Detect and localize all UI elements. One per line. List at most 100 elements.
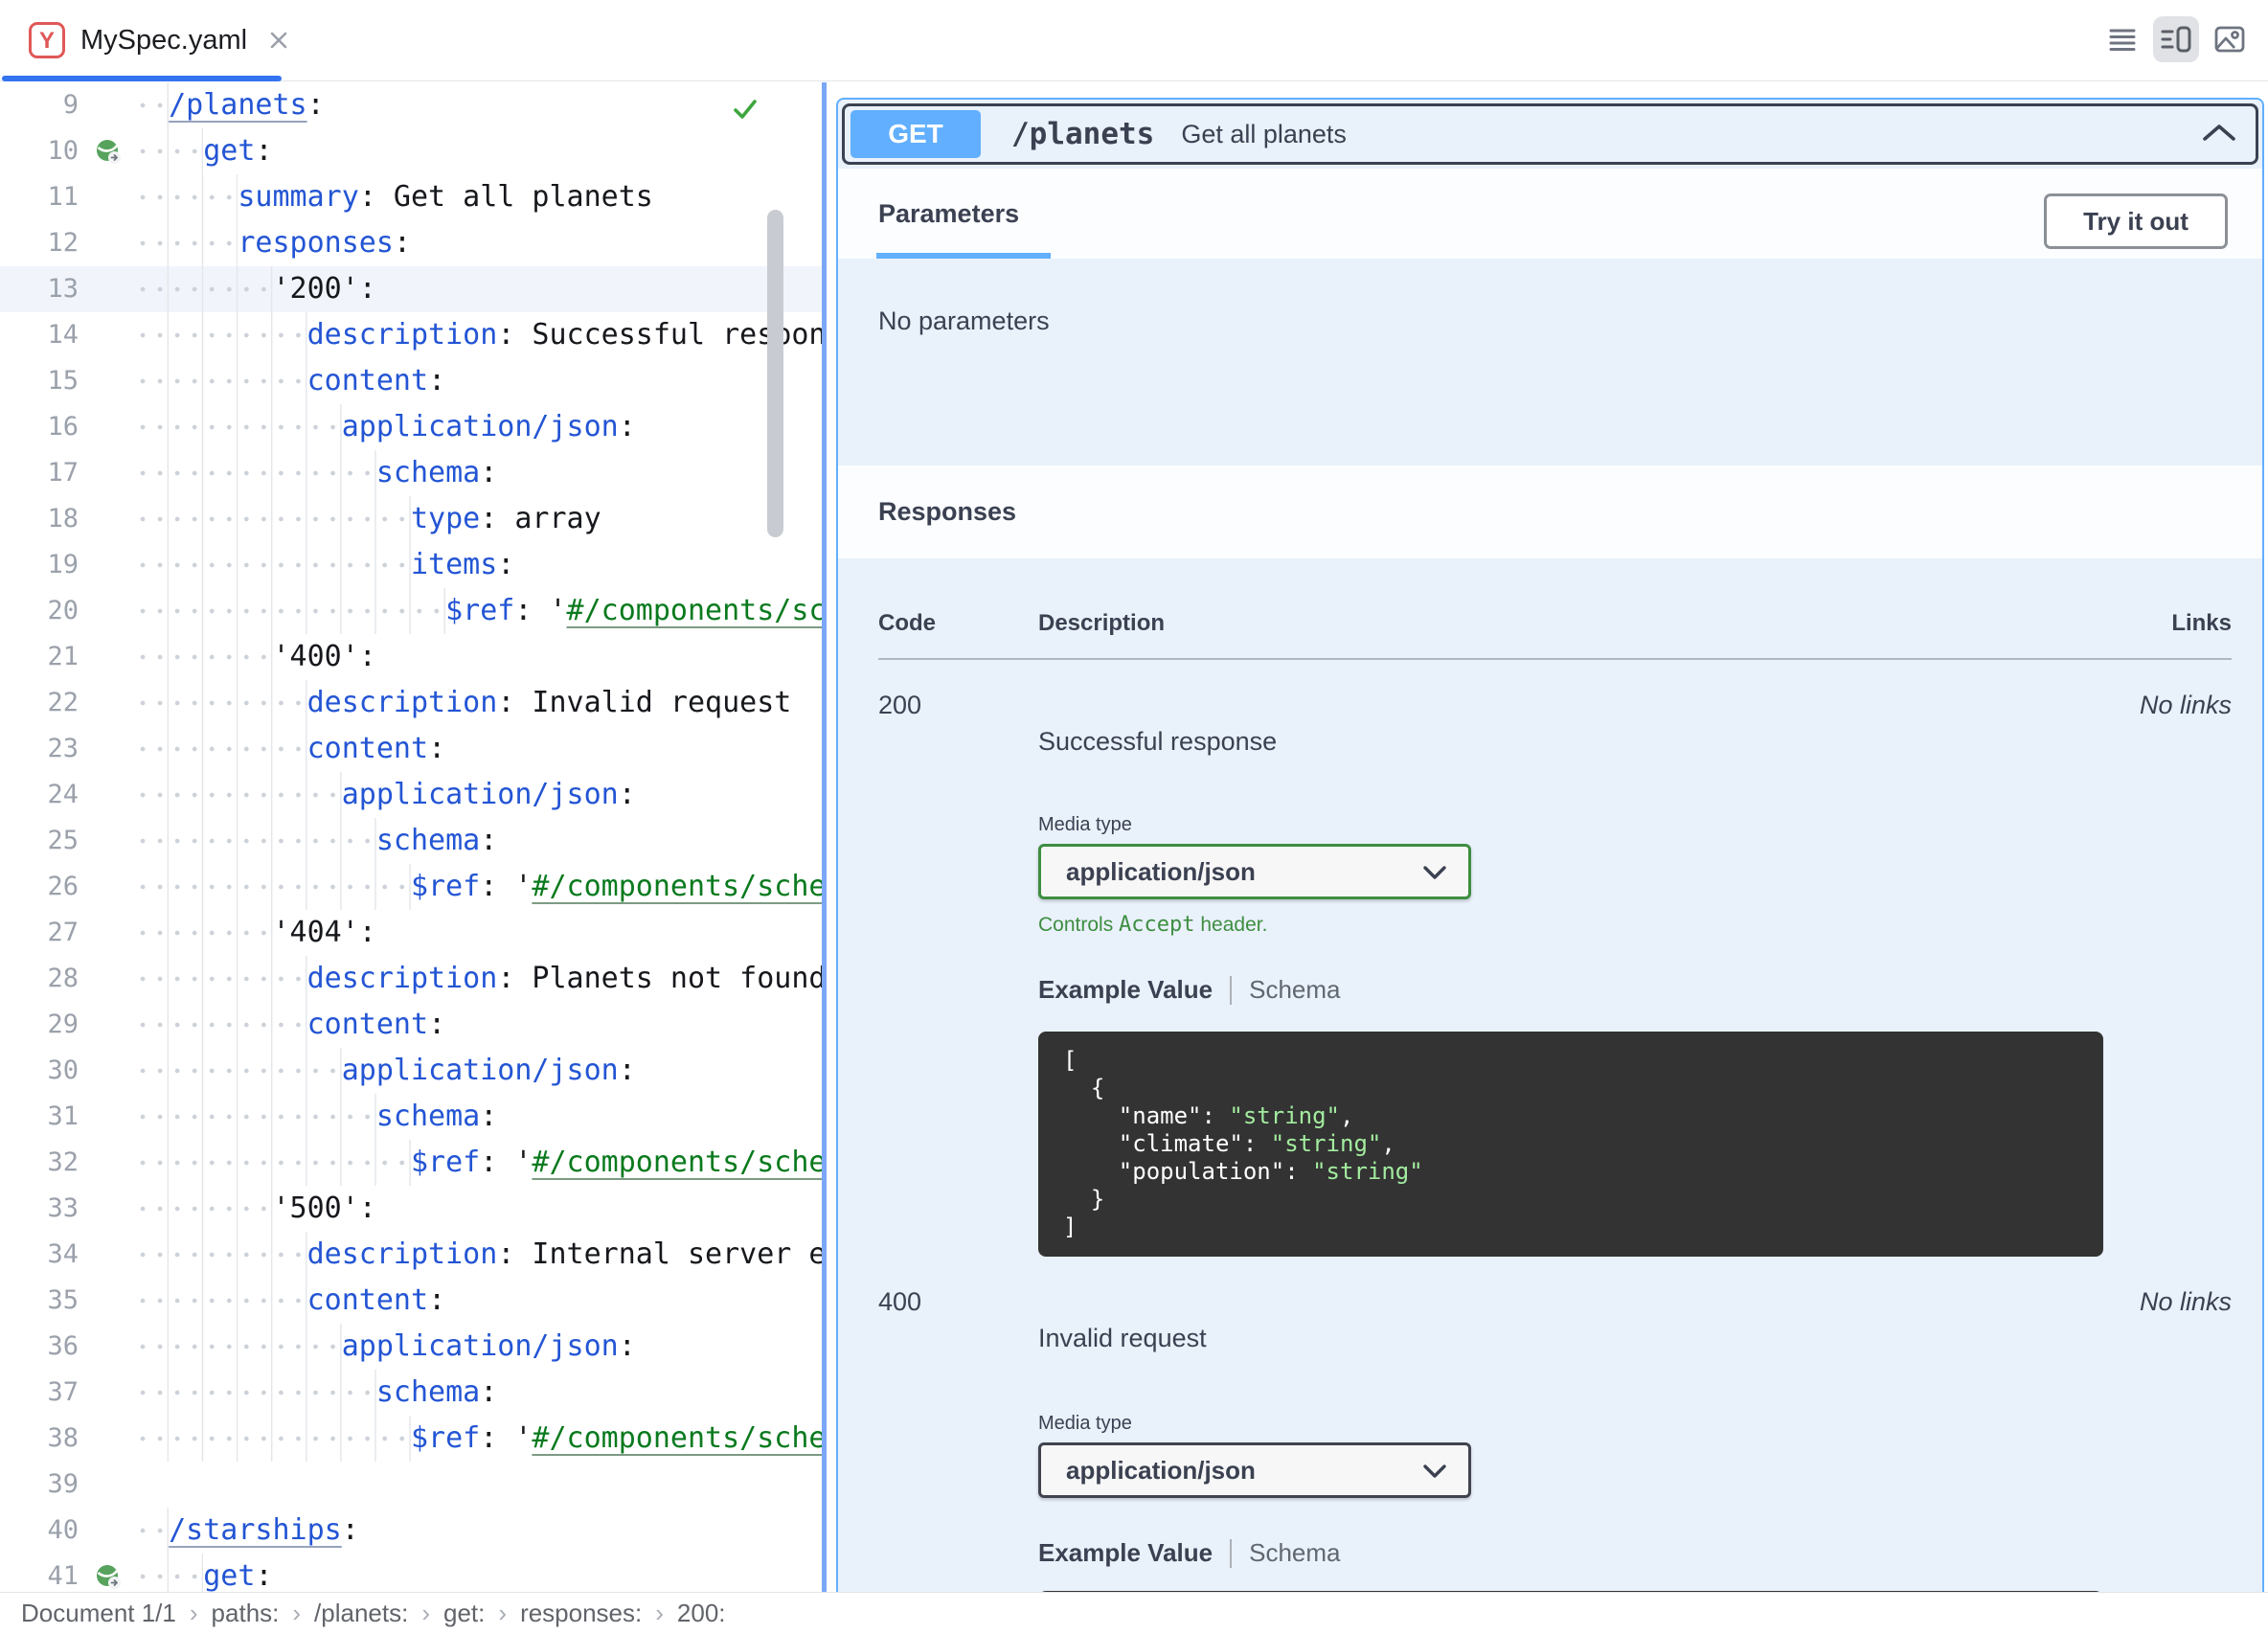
editor-line[interactable]: 10 get: [0,128,822,174]
accept-header-note: Controls Accept header. [1038,913,2107,937]
editor-line[interactable]: 15 content: [0,358,822,404]
editor-line[interactable]: 39 [0,1462,822,1508]
code-text: '200': [134,266,822,312]
editor-line[interactable]: 36 application/json: [0,1324,822,1370]
collapse-chevron-icon[interactable] [2202,123,2236,147]
yaml-text: '500': [272,1191,376,1225]
editor-line[interactable]: 24 application/json: [0,772,822,818]
editor-line[interactable]: 18 type: array [0,496,822,542]
yaml-text: : [428,364,446,397]
code-text: description: Internal server error [134,1232,822,1278]
try-it-out-button[interactable]: Try it out [2044,193,2228,249]
breadcrumb-item[interactable]: 200: [677,1599,726,1627]
indent-whitespace [134,174,238,220]
editor-line[interactable]: 29 content: [0,1002,822,1048]
editor-line[interactable]: 37 schema: [0,1370,822,1416]
gutter-slot [82,358,134,404]
yaml-editor[interactable]: 9 /planets: 10 get: 11 summary: Get all pl… [0,82,822,1592]
editor-line[interactable]: 12 responses: [0,220,822,266]
breadcrumb-item[interactable]: Document 1/1 [21,1599,176,1627]
indent-whitespace [134,1186,273,1232]
editor-line[interactable]: 14 description: Successful response [0,312,822,358]
editor-line[interactable]: 25 schema: [0,818,822,864]
editor-line[interactable]: 31 schema: [0,1094,822,1140]
breadcrumb-item[interactable]: responses: [520,1599,642,1627]
schema-tab[interactable]: Schema [1249,1538,1340,1568]
editor-line[interactable]: 28 description: Planets not found [0,956,822,1002]
indent-whitespace [134,772,342,818]
example-code-line: [ [1063,1047,2078,1075]
tab-myspec-yaml[interactable]: Y MySpec.yaml [0,0,287,81]
api-endpoint-gutter-icon[interactable] [82,128,134,174]
http-method-badge: GET [850,110,981,158]
ref-link[interactable]: #/components/schema [532,1146,822,1179]
indent-whitespace [134,1232,307,1278]
editor-only-toggle-icon[interactable] [2099,16,2145,62]
breadcrumb-item[interactable]: get: [443,1599,485,1627]
operation-summary[interactable]: GET /planets Get all planets [842,103,2258,165]
editor-line[interactable]: 20 $ref: '#/components/sche [0,588,822,634]
example-code-line: "climate": "string", [1063,1130,2078,1158]
schema-tab[interactable]: Schema [1249,975,1340,1005]
editor-line[interactable]: 32 $ref: '#/components/schema [0,1140,822,1186]
preview-only-toggle-icon[interactable] [2207,16,2253,62]
code-text: summary: Get all planets [134,174,822,220]
yaml-text: : [480,1100,498,1133]
media-type-select[interactable]: application/json [1038,844,1471,899]
indent-whitespace [134,82,170,128]
editor-line[interactable]: 16 application/json: [0,404,822,450]
yaml-key: schema [375,1100,481,1133]
tab-close-icon[interactable] [266,28,291,53]
yaml-text: : ' [480,1421,533,1455]
yaml-text: : [618,1329,636,1363]
example-value-tab[interactable]: Example Value [1038,975,1213,1005]
gutter-slot [82,312,134,358]
editor-line[interactable]: 35 content: [0,1278,822,1324]
operation-block-get-planets: GET /planets Get all planets Parameters … [836,98,2264,1592]
code-text: content: [134,1278,822,1324]
breadcrumb-item[interactable]: /planets: [314,1599,408,1627]
code-text: $ref: '#/components/schema [134,1416,822,1462]
ref-link[interactable]: #/components/schema [532,1421,822,1455]
code-text: schema: [134,450,822,496]
editor-line[interactable]: 22 description: Invalid request [0,680,822,726]
editor-line[interactable]: 41 get: [0,1554,822,1592]
editor-scrollbar[interactable] [767,210,783,537]
editor-line[interactable]: 38 $ref: '#/components/schema [0,1416,822,1462]
editor-line[interactable]: 19 items: [0,542,822,588]
editor-line[interactable]: 13 '200': [0,266,822,312]
example-code-block[interactable]: [ { "name": "string", "climate": "string… [1038,1032,2103,1257]
yaml-text: : [618,778,636,811]
editor-line[interactable]: 9 /planets: [0,82,822,128]
editor-line[interactable]: 30 application/json: [0,1048,822,1094]
code-text: content: [134,358,822,404]
line-number: 40 [47,1515,79,1545]
media-type-select[interactable]: application/json [1038,1442,1471,1498]
gutter-slot [82,910,134,956]
path-key-link[interactable]: /planets [169,88,307,122]
media-type-label: Media type [1038,814,1132,835]
gutter-slot [82,1416,134,1462]
api-endpoint-gutter-icon[interactable] [82,1554,134,1592]
indent-whitespace [134,1140,411,1186]
breadcrumb-item[interactable]: paths: [212,1599,280,1627]
example-value-tab[interactable]: Example Value [1038,1538,1213,1568]
responses-header: Responses [838,465,2262,558]
ref-link[interactable]: #/components/schema [532,870,822,903]
editor-and-preview-toggle-icon[interactable] [2153,16,2199,62]
inspections-ok-icon[interactable] [730,94,760,129]
yaml-key: schema [375,824,481,857]
path-key-link[interactable]: /starships [169,1513,342,1547]
editor-line[interactable]: 17 schema: [0,450,822,496]
editor-line[interactable]: 23 content: [0,726,822,772]
editor-line[interactable]: 21 '400': [0,634,822,680]
editor-line[interactable]: 11 summary: Get all planets [0,174,822,220]
editor-line[interactable]: 34 description: Internal server error [0,1232,822,1278]
yaml-text: '200': [272,272,376,306]
ref-link[interactable]: #/components/sche [567,594,822,627]
editor-line[interactable]: 26 $ref: '#/components/schema [0,864,822,910]
editor-line[interactable]: 27 '404': [0,910,822,956]
editor-line[interactable]: 33 '500': [0,1186,822,1232]
editor-line[interactable]: 40 /starships: [0,1508,822,1554]
line-number: 35 [47,1285,79,1315]
